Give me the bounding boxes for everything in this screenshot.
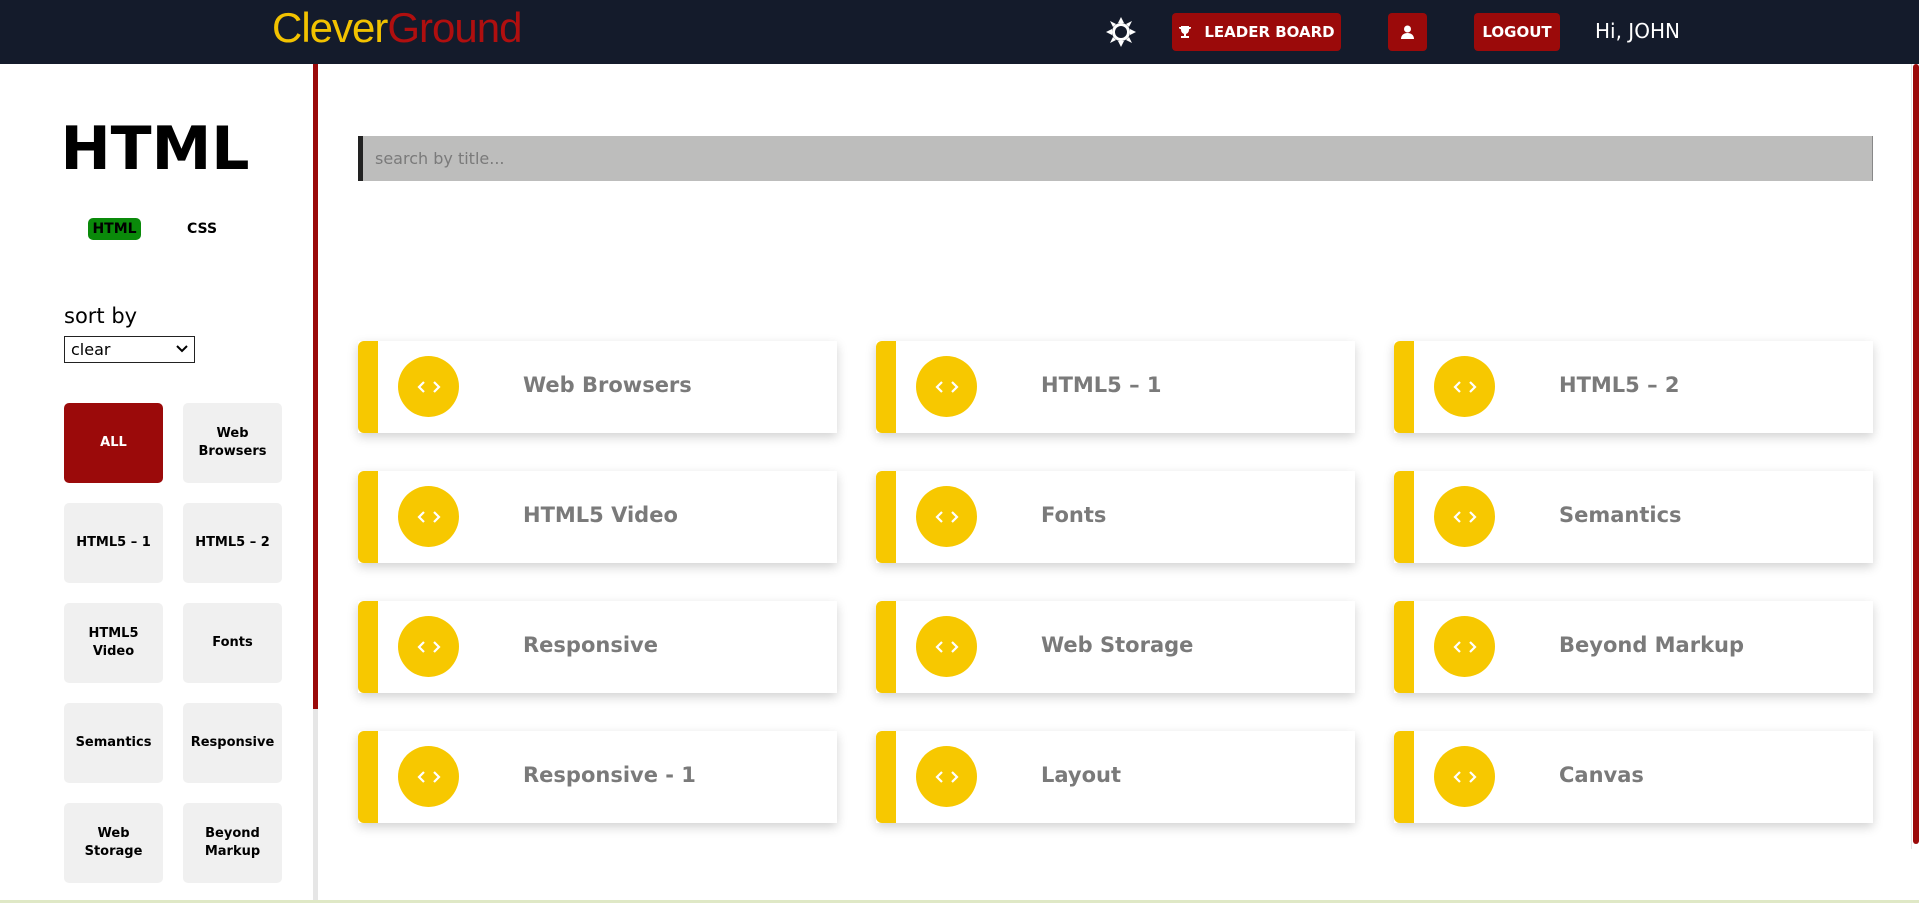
card-title: Responsive - 1 [523, 763, 696, 787]
topic-card[interactable]: Fonts [876, 471, 1355, 563]
topic-card[interactable]: Layout [876, 731, 1355, 823]
brand-part-2: Ground [387, 4, 522, 51]
sidebar-title: HTML [60, 114, 250, 184]
sort-selected-value: clear [71, 340, 111, 359]
code-icon [916, 616, 977, 677]
code-icon [916, 746, 977, 807]
filter-fonts[interactable]: Fonts [183, 603, 282, 683]
trophy-icon [1179, 26, 1192, 38]
topic-card[interactable]: HTML5 Video [358, 471, 837, 563]
page-scrollbar-thumb[interactable] [1913, 64, 1919, 844]
card-title: Canvas [1559, 763, 1644, 787]
card-title: Beyond Markup [1559, 633, 1745, 657]
sidebar: HTML HTML CSS sort by clear ALL Web Brow… [0, 64, 313, 903]
code-icon [398, 486, 459, 547]
brand-part-1: Clever [272, 4, 388, 51]
card-accent-bar [358, 471, 378, 563]
user-greeting: Hi, JOHN [1595, 19, 1680, 43]
card-accent-bar [1394, 601, 1414, 693]
leaderboard-button[interactable]: LEADER BOARD [1172, 13, 1341, 51]
filter-html5-video[interactable]: HTML5 Video [64, 603, 163, 683]
brand-logo[interactable]: CleverGround [272, 4, 522, 52]
sort-select[interactable]: clear [64, 336, 195, 363]
card-accent-bar [1394, 731, 1414, 823]
filter-web-storage[interactable]: Web Storage [64, 803, 163, 883]
code-icon [1434, 746, 1495, 807]
filter-html5-1[interactable]: HTML5 – 1 [64, 503, 163, 583]
topic-card[interactable]: HTML5 – 1 [876, 341, 1355, 433]
filter-semantics[interactable]: Semantics [64, 703, 163, 783]
filter-html5-2[interactable]: HTML5 – 2 [183, 503, 282, 583]
card-title: Semantics [1559, 503, 1682, 527]
logout-button[interactable]: LOGOUT [1474, 13, 1560, 51]
card-title: Responsive [523, 633, 658, 657]
tab-html[interactable]: HTML [88, 218, 141, 240]
sidebar-scrollbar-thumb[interactable] [313, 64, 318, 709]
card-title: HTML5 Video [523, 503, 678, 527]
card-accent-bar [876, 731, 896, 823]
top-navbar: CleverGround LEADER BOARD LOGOUT Hi, JOH… [0, 0, 1919, 64]
code-icon [1434, 356, 1495, 417]
topic-card[interactable]: Canvas [1394, 731, 1873, 823]
code-icon [916, 356, 977, 417]
sort-label: sort by [64, 304, 138, 328]
card-accent-bar [876, 341, 896, 433]
card-title: Web Storage [1041, 633, 1194, 657]
card-accent-bar [358, 341, 378, 433]
sidebar-scrollbar[interactable] [313, 64, 318, 903]
sun-icon [1106, 17, 1136, 47]
code-icon [398, 746, 459, 807]
card-accent-bar [876, 601, 896, 693]
logout-label: LOGOUT [1482, 23, 1552, 41]
code-icon [1434, 486, 1495, 547]
leaderboard-label: LEADER BOARD [1204, 23, 1335, 41]
tab-css[interactable]: CSS [178, 218, 226, 240]
user-icon [1401, 25, 1414, 39]
topic-card[interactable]: Responsive [358, 601, 837, 693]
filter-all[interactable]: ALL [64, 403, 163, 483]
topic-card[interactable]: Web Browsers [358, 341, 837, 433]
profile-button[interactable] [1388, 13, 1427, 51]
card-title: HTML5 – 1 [1041, 373, 1162, 397]
code-icon [1434, 616, 1495, 677]
topic-card[interactable]: Web Storage [876, 601, 1355, 693]
filter-beyond-markup[interactable]: Beyond Markup [183, 803, 282, 883]
code-icon [916, 486, 977, 547]
topic-card[interactable]: Beyond Markup [1394, 601, 1873, 693]
page-scrollbar[interactable] [1911, 64, 1919, 849]
chevron-down-icon [176, 345, 188, 353]
card-accent-bar [358, 731, 378, 823]
search-input[interactable] [363, 136, 1872, 181]
card-title: Layout [1041, 763, 1122, 787]
card-title: Fonts [1041, 503, 1107, 527]
filter-web-browsers[interactable]: Web Browsers [183, 403, 282, 483]
card-title: HTML5 – 2 [1559, 373, 1680, 397]
topic-card[interactable]: Semantics [1394, 471, 1873, 563]
search-bar [358, 136, 1873, 181]
card-accent-bar [358, 601, 378, 693]
card-title: Web Browsers [523, 373, 692, 397]
card-accent-bar [1394, 471, 1414, 563]
code-icon [398, 616, 459, 677]
card-accent-bar [876, 471, 896, 563]
theme-toggle-button[interactable] [1104, 16, 1138, 48]
filter-responsive[interactable]: Responsive [183, 703, 282, 783]
card-accent-bar [1394, 341, 1414, 433]
code-icon [398, 356, 459, 417]
topic-card[interactable]: HTML5 – 2 [1394, 341, 1873, 433]
topic-card[interactable]: Responsive - 1 [358, 731, 837, 823]
